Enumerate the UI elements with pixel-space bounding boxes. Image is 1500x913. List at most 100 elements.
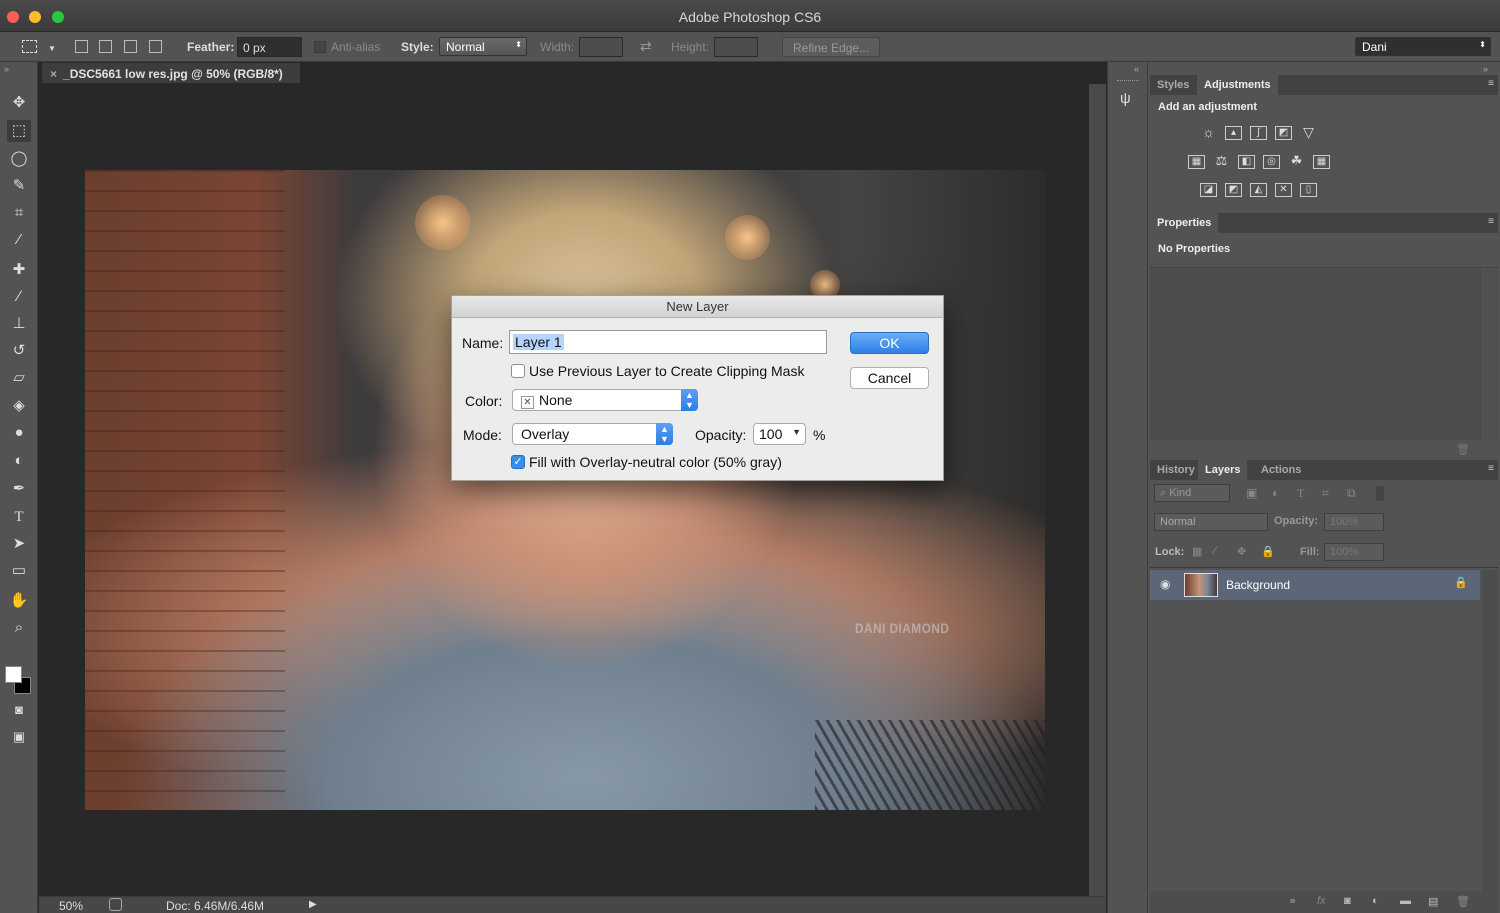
gradient-map-icon[interactable]: ✕ (1275, 183, 1292, 197)
color-lookup-icon[interactable]: ▦ (1313, 155, 1330, 169)
layer-row[interactable]: ◉ Background 🔒 (1150, 570, 1480, 600)
feather-input[interactable]: 0 px (237, 37, 302, 57)
new-layer-icon[interactable]: ▤ (1428, 895, 1438, 908)
filter-pixel-icon[interactable]: ▣ (1246, 486, 1257, 500)
channel-mixer-icon[interactable]: ☘ (1288, 154, 1305, 169)
status-menu-icon[interactable]: ▶ (309, 899, 317, 910)
layer-filter-select[interactable]: ⌕ Kind (1154, 484, 1230, 502)
zoom-tool-icon[interactable]: ⌕ (7, 617, 31, 639)
tab-layers[interactable]: Layers (1198, 460, 1248, 480)
layer-fill-input[interactable]: 100% (1324, 543, 1384, 561)
tab-properties[interactable]: Properties (1150, 213, 1219, 233)
tab-history[interactable]: History (1150, 460, 1202, 480)
style-select[interactable]: Normal ⬍ (439, 37, 527, 56)
fx-icon[interactable]: fx (1317, 895, 1326, 907)
dodge-tool-icon[interactable]: ◐ (7, 450, 31, 472)
vibrance-icon[interactable]: ▽ (1300, 125, 1317, 140)
ok-button[interactable]: OK (850, 332, 929, 354)
filter-shape-icon[interactable]: ⌗ (1322, 486, 1329, 501)
history-brush-icon[interactable]: ↺ (7, 340, 31, 362)
layer-name[interactable]: Background (1226, 578, 1290, 592)
healing-brush-icon[interactable]: ✚ (7, 259, 31, 281)
layer-opacity-input[interactable]: 100% (1324, 513, 1384, 531)
color-balance-icon[interactable]: ⚖ (1213, 154, 1230, 169)
tab-actions[interactable]: Actions (1254, 460, 1308, 480)
width-input[interactable] (579, 37, 623, 57)
swap-icon[interactable]: ⇄ (640, 38, 652, 55)
paint-bucket-icon[interactable]: ◈ (7, 395, 31, 417)
opacity-combo[interactable]: 100 ▼ (753, 423, 806, 445)
lock-position-icon[interactable]: ✥ (1237, 545, 1246, 558)
exposure-icon[interactable]: ◩ (1275, 126, 1292, 140)
expand-icon[interactable]: « (1134, 64, 1139, 74)
tab-adjustments[interactable]: Adjustments (1197, 75, 1278, 95)
collapse-icon[interactable]: » (1483, 64, 1488, 74)
brush-tool-icon[interactable]: ∕ (7, 286, 31, 308)
tab-styles[interactable]: Styles (1150, 75, 1196, 95)
levels-icon[interactable]: ▴ (1225, 126, 1242, 140)
clipping-mask-checkbox[interactable] (511, 364, 525, 378)
height-input[interactable] (714, 37, 758, 57)
foreground-color-swatch[interactable] (5, 666, 22, 683)
pen-tool-icon[interactable]: ✒ (7, 478, 31, 500)
screen-mode-icon[interactable]: ▣ (7, 726, 31, 748)
clone-stamp-icon[interactable]: ⊥ (7, 313, 31, 335)
panel-menu-icon[interactable]: ≡ (1488, 78, 1494, 89)
fill-neutral-checkbox[interactable]: ✓ (511, 455, 525, 469)
quick-select-tool-icon[interactable]: ✎ (7, 175, 31, 197)
marquee-preset-icon[interactable] (22, 40, 37, 53)
lock-pixels-icon[interactable]: ∕ (1214, 545, 1216, 557)
color-select[interactable]: ✕ None ▲ ▼ (512, 389, 698, 411)
new-adjustment-layer-icon[interactable]: ◐ (1372, 895, 1379, 907)
document-image[interactable] (85, 170, 1045, 810)
vertical-scrollbar[interactable] (1089, 84, 1106, 896)
path-select-icon[interactable]: ➤ (7, 533, 31, 555)
hand-tool-icon[interactable]: ✋ (7, 590, 31, 612)
add-to-selection-icon[interactable] (99, 40, 112, 53)
chevron-down-icon[interactable]: ▼ (48, 44, 56, 53)
chevron-down-icon[interactable]: ▼ (792, 427, 801, 437)
subtract-selection-icon[interactable] (124, 40, 137, 53)
anti-alias-checkbox[interactable] (314, 41, 326, 53)
filter-adjustment-icon[interactable]: ◐ (1272, 486, 1279, 500)
selective-color-icon[interactable]: ▯ (1300, 183, 1317, 197)
close-tab-icon[interactable]: × (50, 67, 57, 81)
workspace-select[interactable]: Dani ⬍ (1355, 37, 1491, 56)
move-tool-icon[interactable]: ✥ (7, 92, 31, 114)
intersect-selection-icon[interactable] (149, 40, 162, 53)
lock-all-icon[interactable]: 🔒 (1261, 545, 1275, 558)
panel-menu-icon[interactable]: ≡ (1488, 216, 1494, 227)
posterize-icon[interactable]: ◩ (1225, 183, 1242, 197)
marquee-tool-icon[interactable]: ⬚ (7, 120, 31, 142)
blend-mode-select[interactable]: Normal (1154, 513, 1268, 531)
rectangle-tool-icon[interactable]: ▭ (7, 560, 31, 582)
blur-tool-icon[interactable]: ● (7, 422, 31, 444)
cancel-button[interactable]: Cancel (850, 367, 929, 389)
zoom-level[interactable]: 50% (59, 899, 83, 913)
filter-smart-object-icon[interactable]: ⧉ (1347, 486, 1356, 501)
properties-scrollbar[interactable] (1484, 268, 1498, 440)
crop-tool-icon[interactable]: ⌗ (7, 202, 31, 224)
brightness-contrast-icon[interactable]: ☼ (1200, 125, 1217, 140)
eye-icon[interactable]: ◉ (1160, 577, 1170, 591)
hue-saturation-icon[interactable]: ▦ (1188, 155, 1205, 169)
link-layers-icon[interactable]: ⚭ (1288, 895, 1297, 908)
add-mask-icon[interactable]: ◙ (1344, 895, 1351, 907)
invert-icon[interactable]: ◪ (1200, 183, 1217, 197)
brush-preset-icon[interactable]: ψ (1120, 90, 1131, 107)
new-group-icon[interactable]: ▬ (1400, 895, 1411, 907)
eyedropper-tool-icon[interactable]: ⁄ (7, 229, 31, 251)
eraser-tool-icon[interactable]: ▱ (7, 367, 31, 389)
new-selection-icon[interactable] (75, 40, 88, 53)
refine-edge-button[interactable]: Refine Edge... (782, 37, 881, 57)
black-white-icon[interactable]: ◧ (1238, 155, 1255, 169)
curves-icon[interactable]: ∫ (1250, 126, 1267, 140)
filter-toggle[interactable] (1376, 486, 1384, 501)
trash-icon[interactable]: 🗑 (1456, 443, 1470, 456)
threshold-icon[interactable]: ◭ (1250, 183, 1267, 197)
lasso-tool-icon[interactable]: ◯ (7, 148, 31, 170)
delete-layer-icon[interactable]: 🗑 (1456, 895, 1470, 908)
lock-transparent-icon[interactable]: ▦ (1192, 545, 1202, 558)
layers-scrollbar[interactable] (1482, 570, 1498, 891)
quick-mask-icon[interactable]: ◙ (7, 699, 31, 721)
